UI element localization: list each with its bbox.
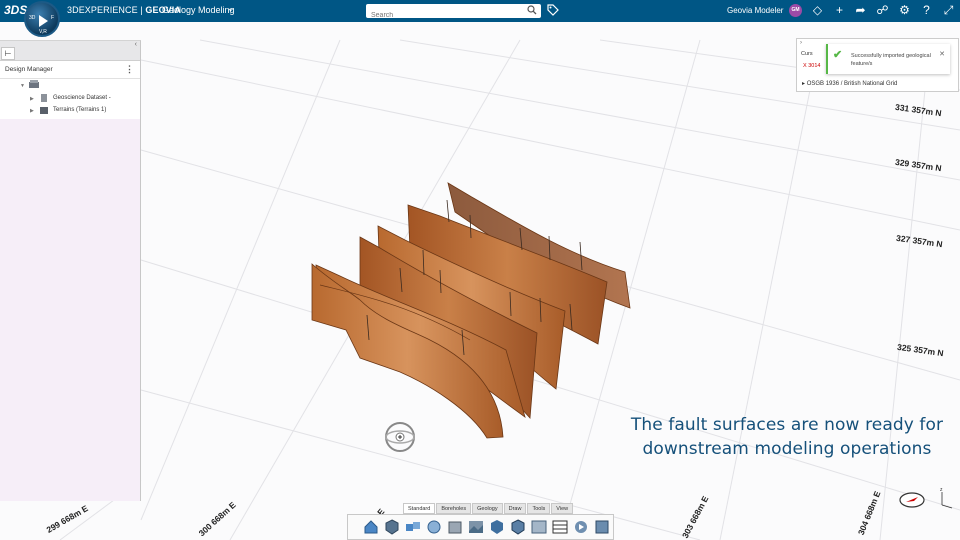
- tab-boreholes[interactable]: Boreholes: [436, 503, 472, 514]
- svg-text:z: z: [940, 487, 943, 493]
- tag-icon[interactable]: [547, 4, 559, 16]
- play-cursor-icon[interactable]: [572, 518, 590, 536]
- expand-root-icon[interactable]: ▼: [20, 83, 25, 89]
- success-toast: ✔ Successfully imported geological featu…: [826, 44, 950, 74]
- search-icon[interactable]: [527, 5, 537, 15]
- panel-tabs: ⊢ ‹: [0, 41, 140, 61]
- manipulator-icon: [385, 422, 415, 452]
- compass-widget[interactable]: 3D F V,R: [24, 1, 60, 37]
- panel-header: Design Manager ⋮: [0, 61, 140, 79]
- check-icon: ✔: [833, 49, 843, 61]
- caption-line-2: downstream modeling operations: [642, 439, 932, 459]
- caption-line-1: The fault surfaces are now ready for: [630, 415, 944, 435]
- design-manager-panel: ⊢ ‹ Design Manager ⋮ ▼ ▶ Geoscience Data…: [0, 40, 141, 501]
- tab-standard[interactable]: Standard: [403, 503, 436, 514]
- top-bar: 3DS 3DEXPERIENCE | GEOVIA Geology Modeli…: [0, 0, 960, 23]
- tag-outline-icon[interactable]: ◇: [811, 4, 824, 17]
- action-bar-tabs: Standard Boreholes Geology Draw Tools Vi…: [403, 503, 574, 514]
- tree-item-geoscience[interactable]: Geoscience Dataset -: [53, 95, 111, 101]
- toast-message: Successfully imported geological feature…: [851, 53, 931, 67]
- home-icon[interactable]: [362, 518, 380, 536]
- geoscience-dataset-node-icon: [39, 93, 49, 105]
- share-arrow-icon[interactable]: ➦: [854, 4, 867, 17]
- tree-item-terrains[interactable]: Terrains (Terrains 1): [53, 107, 106, 113]
- expand-terrains-icon[interactable]: ▶: [30, 108, 34, 114]
- caption-overlay: The fault surfaces are now ready for dow…: [612, 413, 960, 461]
- tools-icon[interactable]: ⚙: [898, 4, 911, 17]
- tab-tools[interactable]: Tools: [527, 503, 551, 514]
- object-cube-icon[interactable]: [383, 518, 401, 536]
- tab-draw[interactable]: Draw: [503, 503, 527, 514]
- username[interactable]: Geovia Modeler: [727, 6, 783, 15]
- app-name[interactable]: Geology Modeling: [162, 5, 235, 15]
- close-icon[interactable]: ✕: [939, 50, 945, 58]
- expand-geoscience-icon[interactable]: ▶: [30, 96, 34, 102]
- search-field[interactable]: [366, 4, 541, 23]
- table-icon[interactable]: [551, 518, 569, 536]
- plus-icon[interactable]: +: [833, 4, 846, 17]
- multi-cube-icon[interactable]: [404, 518, 422, 536]
- root-node-icon[interactable]: [28, 80, 40, 92]
- tab-view[interactable]: View: [551, 503, 574, 514]
- layers-icon[interactable]: [593, 518, 611, 536]
- action-bar: ⌄ Standard Boreholes Geology Draw Tools …: [347, 502, 614, 540]
- assembly-icon[interactable]: [425, 518, 443, 536]
- avatar[interactable]: GM: [789, 4, 802, 17]
- image-surface-icon[interactable]: [467, 518, 485, 536]
- wire-cube-icon[interactable]: [509, 518, 527, 536]
- solid-cube-icon[interactable]: [488, 518, 506, 536]
- chevron-down-icon[interactable]: ⌄: [227, 3, 235, 14]
- grid-settings-icon[interactable]: [530, 518, 548, 536]
- panel-title: Design Manager: [5, 66, 53, 73]
- tab-geology[interactable]: Geology: [472, 503, 503, 514]
- fullscreen-icon[interactable]: ⤢: [942, 4, 955, 17]
- cursor-label: Curs: [801, 51, 813, 57]
- terrains-node-icon: [39, 105, 49, 117]
- compass-vr-label: V,R: [39, 29, 47, 35]
- play-icon[interactable]: [39, 15, 48, 27]
- compass-3d-label: 3D: [29, 15, 36, 21]
- design-tree: ▼ ▶ Geoscience Dataset - ▶ Terrains (Ter…: [0, 79, 140, 119]
- more-options-icon[interactable]: ⋮: [125, 64, 134, 75]
- box-dots-icon[interactable]: [446, 518, 464, 536]
- help-icon[interactable]: ?: [920, 4, 933, 17]
- tree-tab-icon[interactable]: ⊢: [1, 47, 15, 60]
- collapse-panel-icon[interactable]: ‹: [135, 41, 137, 48]
- fault-surfaces: [311, 182, 631, 439]
- search-input[interactable]: [366, 8, 516, 23]
- crs-label[interactable]: ▸ OSGB 1936 / British National Grid: [802, 80, 897, 87]
- x-coordinate: X 3014: [803, 63, 821, 69]
- collapse-icon[interactable]: ›: [800, 40, 802, 46]
- action-bar-icons: [347, 514, 614, 540]
- compass-f-label: F: [50, 15, 54, 21]
- network-share-icon[interactable]: ☍: [876, 4, 889, 17]
